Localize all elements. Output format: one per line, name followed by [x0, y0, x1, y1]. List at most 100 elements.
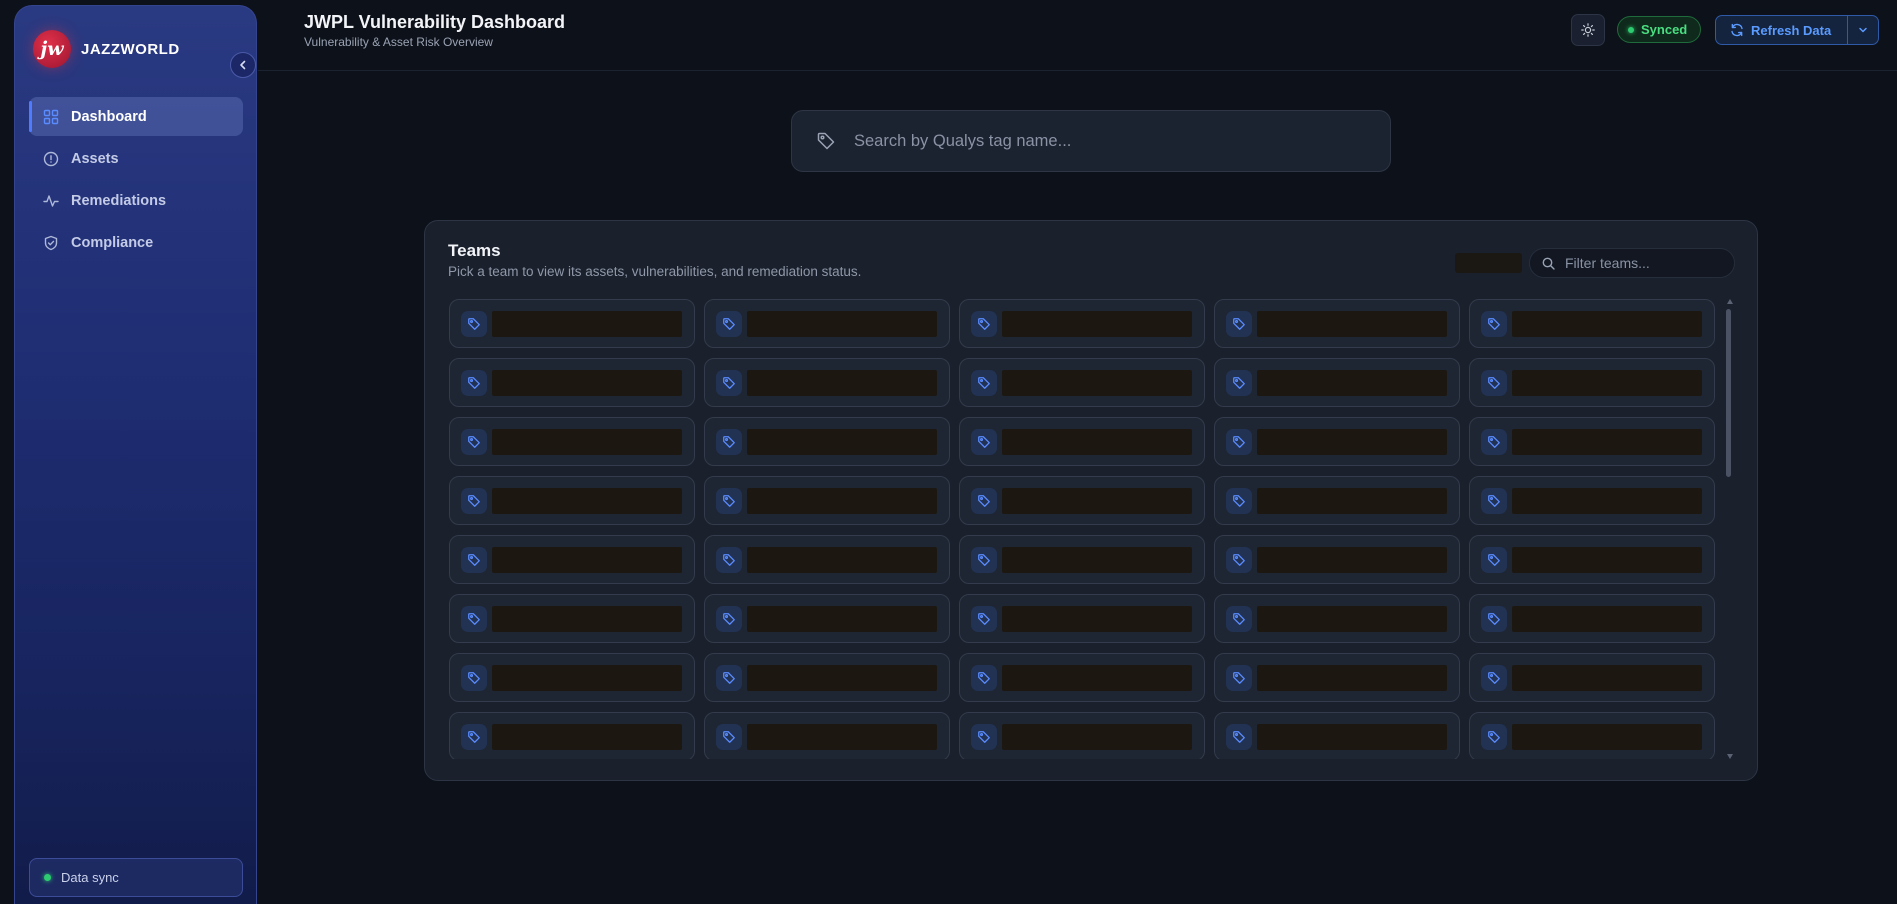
chevron-left-icon	[238, 60, 248, 70]
status-badge-label: Synced	[1641, 22, 1688, 37]
team-card[interactable]	[704, 535, 950, 584]
tag-icon	[461, 605, 487, 632]
scroll-down-arrow[interactable]	[1727, 754, 1733, 759]
team-card[interactable]	[1214, 358, 1460, 407]
tag-icon	[716, 487, 742, 514]
team-card[interactable]	[959, 594, 1205, 643]
team-card[interactable]	[959, 535, 1205, 584]
team-card[interactable]	[704, 299, 950, 348]
team-name-redacted	[1512, 605, 1702, 632]
team-card[interactable]	[1469, 417, 1715, 466]
team-card[interactable]	[1469, 653, 1715, 702]
tag-icon	[1481, 723, 1507, 750]
team-card[interactable]	[1214, 535, 1460, 584]
team-card[interactable]	[704, 417, 950, 466]
team-card[interactable]	[704, 358, 950, 407]
tag-icon	[1481, 487, 1507, 514]
tag-icon	[1481, 664, 1507, 691]
teams-subtitle: Pick a team to view its assets, vulnerab…	[448, 264, 862, 279]
team-name-redacted	[1512, 664, 1702, 691]
shield-check-icon	[43, 235, 59, 251]
team-card[interactable]	[449, 712, 695, 759]
team-card[interactable]	[704, 476, 950, 525]
search-input[interactable]	[852, 130, 1336, 152]
tag-icon	[816, 131, 836, 151]
team-card[interactable]	[959, 476, 1205, 525]
page-subtitle: Vulnerability & Asset Risk Overview	[304, 35, 493, 49]
team-name-redacted	[492, 310, 682, 337]
sidebar-item-assets[interactable]: Assets	[29, 139, 243, 178]
team-card[interactable]	[449, 417, 695, 466]
team-card[interactable]	[959, 358, 1205, 407]
team-card[interactable]	[1214, 712, 1460, 759]
page-title: JWPL Vulnerability Dashboard	[304, 12, 566, 32]
team-card[interactable]	[959, 712, 1205, 759]
tag-icon	[461, 723, 487, 750]
team-card[interactable]	[1469, 299, 1715, 348]
tag-icon	[971, 310, 997, 337]
brand: jw JAZZWORLD	[33, 30, 180, 68]
team-card[interactable]	[1214, 417, 1460, 466]
team-card[interactable]	[1214, 299, 1460, 348]
team-card[interactable]	[1469, 476, 1715, 525]
team-card[interactable]	[449, 358, 695, 407]
team-card[interactable]	[1469, 535, 1715, 584]
status-dot	[1628, 26, 1634, 33]
team-card[interactable]	[1214, 476, 1460, 525]
team-name-redacted	[1002, 369, 1192, 396]
team-name-redacted	[1512, 310, 1702, 337]
team-card[interactable]	[1214, 653, 1460, 702]
team-card[interactable]	[449, 476, 695, 525]
sidebar-item-dashboard[interactable]: Dashboard	[29, 97, 243, 136]
tag-icon	[461, 369, 487, 396]
tag-icon	[716, 546, 742, 573]
tag-icon	[1481, 428, 1507, 455]
team-card[interactable]	[1469, 358, 1715, 407]
team-card[interactable]	[449, 535, 695, 584]
scroll-thumb[interactable]	[1726, 309, 1731, 477]
sidebar-item-remediations[interactable]: Remediations	[29, 181, 243, 220]
team-name-redacted	[1002, 546, 1192, 573]
team-name-redacted	[1512, 369, 1702, 396]
tag-icon	[461, 310, 487, 337]
team-name-redacted	[1002, 723, 1192, 750]
theme-toggle-button[interactable]	[1571, 14, 1605, 46]
team-name-redacted	[1002, 664, 1192, 691]
team-card[interactable]	[959, 299, 1205, 348]
team-card[interactable]	[704, 712, 950, 759]
sync-status-badge: Synced	[1617, 16, 1702, 43]
tag-icon	[1226, 487, 1252, 514]
team-name-redacted	[1002, 310, 1192, 337]
team-card[interactable]	[959, 653, 1205, 702]
team-name-redacted	[747, 605, 937, 632]
team-card[interactable]	[1214, 594, 1460, 643]
scroll-up-arrow[interactable]	[1727, 299, 1733, 304]
qualys-tag-search	[791, 110, 1391, 172]
collapse-sidebar-button[interactable]	[230, 52, 256, 78]
team-name-redacted	[747, 428, 937, 455]
filter-teams-input[interactable]	[1563, 254, 1727, 272]
tag-icon	[1226, 310, 1252, 337]
tag-icon	[461, 428, 487, 455]
team-card[interactable]	[449, 594, 695, 643]
team-name-redacted	[492, 664, 682, 691]
refresh-options-dropdown[interactable]	[1847, 16, 1878, 44]
team-card[interactable]	[1469, 594, 1715, 643]
team-card[interactable]	[704, 594, 950, 643]
refresh-data-button[interactable]: Refresh Data	[1716, 23, 1847, 38]
tag-icon	[1481, 369, 1507, 396]
tag-icon	[1226, 369, 1252, 396]
brand-logo: jw	[33, 30, 71, 68]
refresh-data-split-button: Refresh Data	[1715, 15, 1879, 45]
teams-grid-viewport	[449, 299, 1719, 759]
team-card[interactable]	[449, 653, 695, 702]
teams-scrollbar[interactable]	[1725, 299, 1735, 759]
sidebar-item-compliance[interactable]: Compliance	[29, 223, 243, 262]
tag-icon	[716, 428, 742, 455]
team-card[interactable]	[959, 417, 1205, 466]
alert-circle-icon	[43, 151, 59, 167]
team-card[interactable]	[704, 653, 950, 702]
team-card[interactable]	[1469, 712, 1715, 759]
team-name-redacted	[1512, 546, 1702, 573]
team-card[interactable]	[449, 299, 695, 348]
